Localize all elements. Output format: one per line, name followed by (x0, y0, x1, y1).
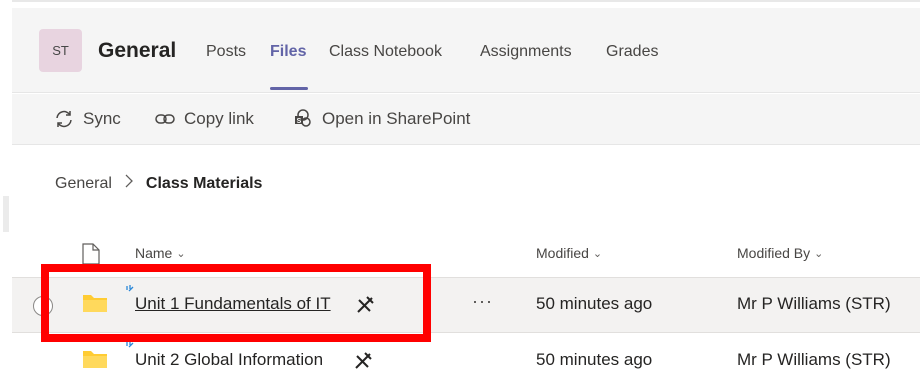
gutter-scroll-mark (3, 196, 9, 232)
more-options-button[interactable]: ··· (472, 291, 493, 312)
chevron-down-icon: ⌄ (592, 247, 603, 260)
modified-time: 50 minutes ago (536, 294, 653, 313)
chevron-down-icon: ⌄ (176, 247, 186, 260)
channel-title: General (98, 39, 177, 62)
breadcrumb-general[interactable]: General (55, 175, 112, 193)
modified-by: Mr P Williams (STR) (737, 350, 891, 369)
column-modified-by-label: Modified By (737, 245, 811, 261)
sync-label: Sync (83, 109, 121, 128)
tab-class-notebook[interactable]: Class Notebook (329, 43, 442, 61)
open-sharepoint-button[interactable]: S Open in SharePoint (292, 109, 470, 129)
copy-link-label: Copy link (184, 109, 254, 128)
file-icon (82, 243, 100, 265)
channel-header: ST General Posts Files Class Notebook As… (12, 8, 920, 93)
modified-by: Mr P Williams (STR) (737, 294, 891, 313)
left-gutter (0, 0, 12, 391)
column-modified-label: Modified (536, 245, 589, 261)
column-header-modified[interactable]: Modified ⌄ (536, 245, 602, 261)
team-avatar[interactable]: ST (39, 29, 82, 72)
tab-posts[interactable]: Posts (206, 43, 246, 61)
sharepoint-icon: S (295, 109, 311, 127)
tab-grades[interactable]: Grades (606, 43, 658, 61)
column-name-label: Name (135, 245, 173, 261)
folder-icon (83, 351, 107, 368)
chevron-down-icon: ⌄ (814, 247, 824, 260)
chevron-right-icon (124, 174, 134, 193)
highlight-annotation-box (41, 264, 431, 342)
column-header-name[interactable]: Name ⌄ (135, 245, 186, 261)
sync-icon (56, 110, 72, 128)
tab-assignments[interactable]: Assignments (480, 43, 572, 61)
open-sharepoint-label: Open in SharePoint (322, 109, 471, 128)
copy-link-button[interactable]: Copy link (154, 109, 254, 129)
column-header-modified-by[interactable]: Modified By ⌄ (737, 245, 823, 261)
breadcrumb-class-materials: Class Materials (145, 174, 263, 192)
table-row[interactable]: Unit 2 Global Information 50 minutes ago… (12, 334, 920, 390)
files-toolbar: Sync Copy link S Open in SharePoint (12, 94, 920, 145)
file-name-link[interactable]: Unit 2 Global Information (135, 350, 323, 370)
sync-button[interactable]: Sync (53, 109, 121, 129)
pin-icon[interactable] (352, 350, 374, 372)
tab-files[interactable]: Files (270, 43, 306, 61)
modified-time: 50 minutes ago (536, 350, 653, 369)
breadcrumb: General Class Materials (55, 174, 262, 193)
svg-text:S: S (297, 118, 302, 125)
active-tab-indicator (270, 87, 308, 90)
link-icon (155, 114, 175, 124)
top-border (0, 0, 920, 2)
